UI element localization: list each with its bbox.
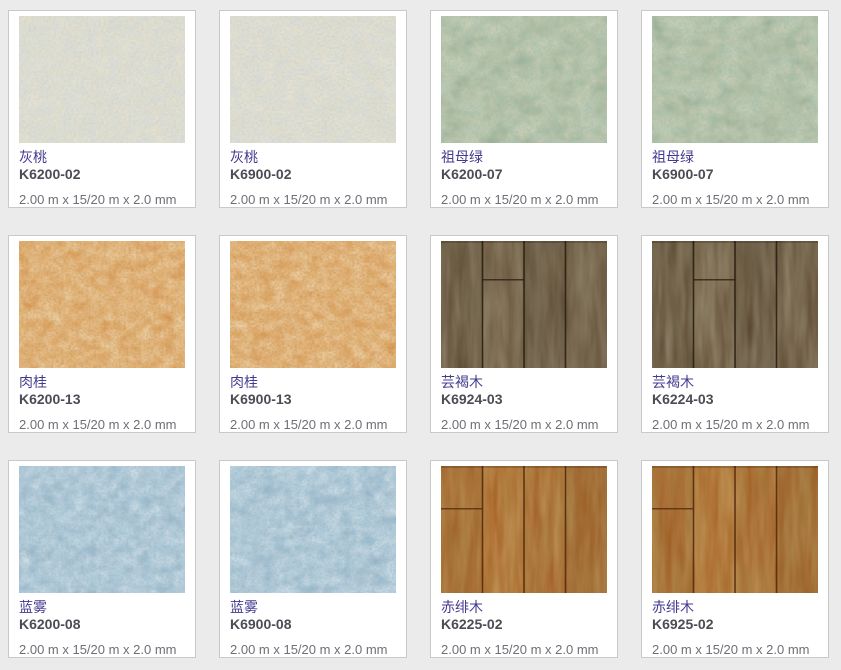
product-code: K6200-02 <box>19 166 185 183</box>
product-card: 灰桃 K6900-02 2.00 m x 15/20 m x 2.0 mm <box>219 10 407 208</box>
product-name-link[interactable]: 赤绯木 <box>441 599 607 616</box>
product-texture-image <box>652 466 818 593</box>
product-name-link[interactable]: 祖母绿 <box>441 149 607 166</box>
product-swatch-link[interactable] <box>19 241 185 368</box>
product-card: 祖母绿 K6900-07 2.00 m x 15/20 m x 2.0 mm <box>641 10 829 208</box>
product-code: K6924-03 <box>441 391 607 408</box>
product-dimensions: 2.00 m x 15/20 m x 2.0 mm <box>652 417 818 433</box>
product-dimensions: 2.00 m x 15/20 m x 2.0 mm <box>230 417 396 433</box>
product-card: 蓝雾 K6200-08 2.00 m x 15/20 m x 2.0 mm <box>8 460 196 658</box>
product-swatch-link[interactable] <box>230 241 396 368</box>
product-swatch-link[interactable] <box>652 466 818 593</box>
product-code: K6900-08 <box>230 616 396 633</box>
product-name-link[interactable]: 肉桂 <box>19 374 185 391</box>
product-card: 灰桃 K6200-02 2.00 m x 15/20 m x 2.0 mm <box>8 10 196 208</box>
product-card: 祖母绿 K6200-07 2.00 m x 15/20 m x 2.0 mm <box>430 10 618 208</box>
product-swatch-link[interactable] <box>19 16 185 143</box>
product-dimensions: 2.00 m x 15/20 m x 2.0 mm <box>441 417 607 433</box>
product-code: K6900-07 <box>652 166 818 183</box>
product-card: 赤绯木 K6925-02 2.00 m x 15/20 m x 2.0 mm <box>641 460 829 658</box>
product-name-link[interactable]: 赤绯木 <box>652 599 818 616</box>
product-name-link[interactable]: 肉桂 <box>230 374 396 391</box>
product-texture-image <box>230 16 396 143</box>
product-texture-image <box>230 241 396 368</box>
product-dimensions: 2.00 m x 15/20 m x 2.0 mm <box>19 192 185 208</box>
product-texture-image <box>19 466 185 593</box>
product-card: 芸褐木 K6924-03 2.00 m x 15/20 m x 2.0 mm <box>430 235 618 433</box>
product-dimensions: 2.00 m x 15/20 m x 2.0 mm <box>652 642 818 658</box>
product-texture-image <box>652 16 818 143</box>
product-dimensions: 2.00 m x 15/20 m x 2.0 mm <box>230 192 396 208</box>
product-code: K6200-08 <box>19 616 185 633</box>
product-name-link[interactable]: 芸褐木 <box>441 374 607 391</box>
product-card: 芸褐木 K6224-03 2.00 m x 15/20 m x 2.0 mm <box>641 235 829 433</box>
product-card: 赤绯木 K6225-02 2.00 m x 15/20 m x 2.0 mm <box>430 460 618 658</box>
product-swatch-link[interactable] <box>652 241 818 368</box>
product-card: 蓝雾 K6900-08 2.00 m x 15/20 m x 2.0 mm <box>219 460 407 658</box>
product-dimensions: 2.00 m x 15/20 m x 2.0 mm <box>441 642 607 658</box>
product-swatch-link[interactable] <box>230 16 396 143</box>
product-swatch-link[interactable] <box>230 466 396 593</box>
product-code: K6900-13 <box>230 391 396 408</box>
product-swatch-link[interactable] <box>441 16 607 143</box>
product-name-link[interactable]: 灰桃 <box>19 149 185 166</box>
product-code: K6200-07 <box>441 166 607 183</box>
product-card: 肉桂 K6900-13 2.00 m x 15/20 m x 2.0 mm <box>219 235 407 433</box>
product-code: K6200-13 <box>19 391 185 408</box>
product-swatch-link[interactable] <box>441 466 607 593</box>
product-code: K6925-02 <box>652 616 818 633</box>
product-name-link[interactable]: 祖母绿 <box>652 149 818 166</box>
product-texture-image <box>19 16 185 143</box>
product-code: K6900-02 <box>230 166 396 183</box>
product-texture-image <box>441 16 607 143</box>
product-name-link[interactable]: 蓝雾 <box>19 599 185 616</box>
product-dimensions: 2.00 m x 15/20 m x 2.0 mm <box>230 642 396 658</box>
product-card: 肉桂 K6200-13 2.00 m x 15/20 m x 2.0 mm <box>8 235 196 433</box>
product-texture-image <box>441 466 607 593</box>
product-dimensions: 2.00 m x 15/20 m x 2.0 mm <box>19 642 185 658</box>
product-dimensions: 2.00 m x 15/20 m x 2.0 mm <box>652 192 818 208</box>
product-name-link[interactable]: 芸褐木 <box>652 374 818 391</box>
product-dimensions: 2.00 m x 15/20 m x 2.0 mm <box>19 417 185 433</box>
product-texture-image <box>230 466 396 593</box>
product-name-link[interactable]: 灰桃 <box>230 149 396 166</box>
product-swatch-link[interactable] <box>19 466 185 593</box>
product-code: K6224-03 <box>652 391 818 408</box>
product-texture-image <box>19 241 185 368</box>
product-swatch-link[interactable] <box>652 16 818 143</box>
product-code: K6225-02 <box>441 616 607 633</box>
product-texture-image <box>441 241 607 368</box>
product-name-link[interactable]: 蓝雾 <box>230 599 396 616</box>
product-dimensions: 2.00 m x 15/20 m x 2.0 mm <box>441 192 607 208</box>
product-grid: 灰桃 K6200-02 2.00 m x 15/20 m x 2.0 mm 灰桃… <box>0 0 841 658</box>
product-texture-image <box>652 241 818 368</box>
product-swatch-link[interactable] <box>441 241 607 368</box>
